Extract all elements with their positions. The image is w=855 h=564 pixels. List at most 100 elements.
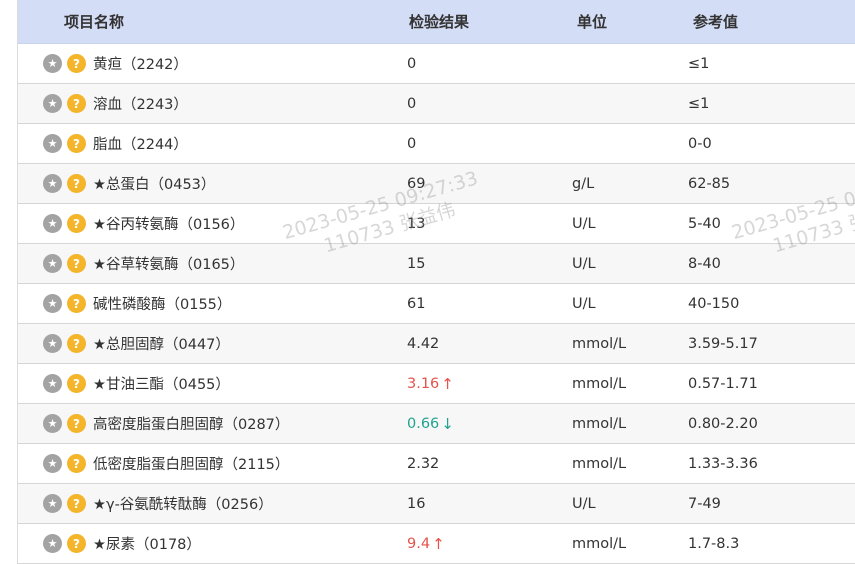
cell-result: 0 <box>404 136 569 152</box>
star-icon[interactable]: ★ <box>43 454 62 473</box>
cell-item-name: ★? 低密度脂蛋白胆固醇（2115） <box>18 453 404 474</box>
star-icon[interactable]: ★ <box>43 294 62 313</box>
table-row[interactable]: ★? ★谷草转氨酶（0165） 15 U/L 8-40 <box>18 244 855 284</box>
header-unit: 单位 <box>577 13 608 31</box>
result-value: 61 <box>407 295 426 312</box>
arrow-up-icon: ↑ <box>441 374 454 393</box>
help-icon[interactable]: ? <box>67 54 86 73</box>
star-icon[interactable]: ★ <box>43 494 62 513</box>
help-icon[interactable]: ? <box>67 494 86 513</box>
cell-unit: U/L <box>572 255 596 272</box>
cell-reference: ≤1 <box>688 95 710 112</box>
table-row[interactable]: ★? ★尿素（0178） 9.4 ↑ mmol/L 1.7-8.3 <box>18 524 855 564</box>
cell-unit: mmol/L <box>572 375 627 392</box>
item-name: ★总胆固醇（0447） <box>93 337 230 353</box>
help-icon[interactable]: ? <box>67 134 86 153</box>
arrow-up-icon: ↑ <box>432 534 445 553</box>
cell-reference: 0.57-1.71 <box>688 375 758 392</box>
result-value: 15 <box>407 255 426 272</box>
table-row[interactable]: ★? ★谷丙转氨酶（0156） 13 U/L 5-40 <box>18 204 855 244</box>
cell-reference: 5-40 <box>688 215 721 232</box>
star-icon[interactable]: ★ <box>43 94 62 113</box>
table-row[interactable]: ★? ★甘油三酯（0455） 3.16 ↑ mmol/L 0.57-1.71 <box>18 364 855 404</box>
help-icon[interactable]: ? <box>67 174 86 193</box>
cell-result: 9.4 ↑ <box>404 535 569 553</box>
help-icon[interactable]: ? <box>67 454 86 473</box>
result-value: 9.4 <box>407 535 431 552</box>
arrow-down-icon: ↓ <box>441 414 454 433</box>
result-value: 0.66 <box>407 415 440 432</box>
cell-item-name: ★? ★谷草转氨酶（0165） <box>18 253 404 274</box>
table-row[interactable]: ★? 脂血（2244） 0 0-0 <box>18 124 855 164</box>
star-icon[interactable]: ★ <box>43 54 62 73</box>
table-row[interactable]: ★? 高密度脂蛋白胆固醇（0287） 0.66 ↓ mmol/L 0.80-2.20 <box>18 404 855 444</box>
item-name: 脂血（2244） <box>93 137 188 153</box>
help-icon[interactable]: ? <box>67 334 86 353</box>
help-icon[interactable]: ? <box>67 534 86 553</box>
lab-results-table: 项目名称 检验结果 单位 参考值 ★? 黄疸（2242） 0 ≤1 ★? 溶血（2243）… <box>17 0 855 564</box>
cell-unit: mmol/L <box>572 535 627 552</box>
star-icon[interactable]: ★ <box>43 134 62 153</box>
help-icon[interactable]: ? <box>67 214 86 233</box>
cell-item-name: ★? 高密度脂蛋白胆固醇（0287） <box>18 413 404 434</box>
cell-item-name: ★? ★总蛋白（0453） <box>18 173 404 194</box>
result-value: 4.42 <box>407 335 440 352</box>
cell-item-name: ★? ★总胆固醇（0447） <box>18 333 404 354</box>
table-row[interactable]: ★? 溶血（2243） 0 ≤1 <box>18 84 855 124</box>
table-row[interactable]: ★? 黄疸（2242） 0 ≤1 <box>18 44 855 84</box>
star-icon[interactable]: ★ <box>43 214 62 233</box>
star-icon[interactable]: ★ <box>43 334 62 353</box>
table-row[interactable]: ★? ★γ-谷氨酰转酞酶（0256） 16 U/L 7-49 <box>18 484 855 524</box>
cell-item-name: ★? 脂血（2244） <box>18 133 404 154</box>
star-icon[interactable]: ★ <box>43 414 62 433</box>
help-icon[interactable]: ? <box>67 374 86 393</box>
cell-item-name: ★? 溶血（2243） <box>18 93 404 114</box>
table-row[interactable]: ★? ★总胆固醇（0447） 4.42 mmol/L 3.59-5.17 <box>18 324 855 364</box>
cell-reference: 1.33-3.36 <box>688 455 758 472</box>
star-icon[interactable]: ★ <box>43 254 62 273</box>
result-value: 3.16 <box>407 375 440 392</box>
item-name: ★甘油三酯（0455） <box>93 377 230 393</box>
cell-result: 15 <box>404 256 569 272</box>
result-value: 16 <box>407 495 426 512</box>
result-value: 0 <box>407 135 417 152</box>
star-icon[interactable]: ★ <box>43 534 62 553</box>
item-name: 低密度脂蛋白胆固醇（2115） <box>93 457 290 473</box>
help-icon[interactable]: ? <box>67 94 86 113</box>
cell-result: 61 <box>404 296 569 312</box>
table-row[interactable]: ★? ★总蛋白（0453） 69 g/L 62-85 <box>18 164 855 204</box>
cell-unit: mmol/L <box>572 335 627 352</box>
cell-reference: 40-150 <box>688 295 740 312</box>
table-row[interactable]: ★? 碱性磷酸酶（0155） 61 U/L 40-150 <box>18 284 855 324</box>
cell-result: 69 <box>404 176 569 192</box>
cell-unit: U/L <box>572 495 596 512</box>
cell-reference: 3.59-5.17 <box>688 335 758 352</box>
cell-item-name: ★? ★甘油三酯（0455） <box>18 373 404 394</box>
cell-unit: mmol/L <box>572 455 627 472</box>
cell-result: 0 <box>404 96 569 112</box>
help-icon[interactable]: ? <box>67 414 86 433</box>
item-name: ★γ-谷氨酰转酞酶（0256） <box>93 497 273 513</box>
item-name: ★谷丙转氨酶（0156） <box>93 217 245 233</box>
table-header: 项目名称 检验结果 单位 参考值 <box>18 0 855 44</box>
star-icon[interactable]: ★ <box>43 174 62 193</box>
result-value: 13 <box>407 215 426 232</box>
star-icon[interactable]: ★ <box>43 374 62 393</box>
cell-result: 0.66 ↓ <box>404 415 569 433</box>
cell-reference: 0.80-2.20 <box>688 415 758 432</box>
result-value: 69 <box>407 175 426 192</box>
table-body: ★? 黄疸（2242） 0 ≤1 ★? 溶血（2243） 0 ≤1 ★? 脂血（2244） 0 0-0… <box>18 44 855 564</box>
table-row[interactable]: ★? 低密度脂蛋白胆固醇（2115） 2.32 mmol/L 1.33-3.36 <box>18 444 855 484</box>
help-icon[interactable]: ? <box>67 294 86 313</box>
cell-result: 4.42 <box>404 336 569 352</box>
item-name: ★尿素（0178） <box>93 537 201 553</box>
header-item-name: 项目名称 <box>64 13 125 31</box>
cell-unit: U/L <box>572 295 596 312</box>
help-icon[interactable]: ? <box>67 254 86 273</box>
cell-result: 2.32 <box>404 456 569 472</box>
cell-item-name: ★? ★谷丙转氨酶（0156） <box>18 213 404 234</box>
item-name: 碱性磷酸酶（0155） <box>93 297 232 313</box>
result-value: 0 <box>407 55 417 72</box>
result-value: 2.32 <box>407 455 440 472</box>
cell-item-name: ★? ★尿素（0178） <box>18 533 404 554</box>
